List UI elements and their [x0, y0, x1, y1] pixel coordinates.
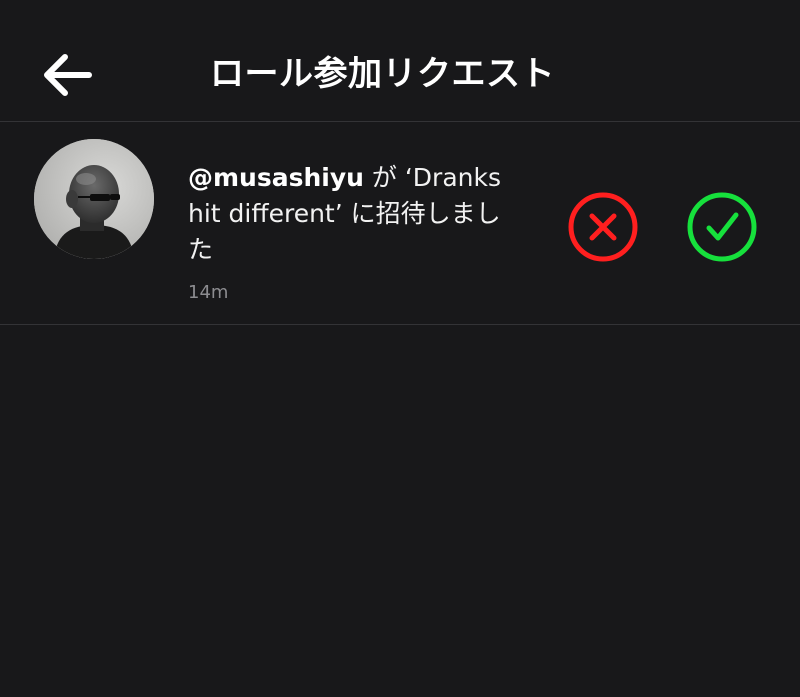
role-request-item: @musashiyu が ‘Dranks hit different’ に招待し… — [0, 122, 800, 325]
arrow-left-icon — [44, 54, 92, 96]
user-avatar[interactable] — [34, 139, 154, 259]
page-title: ロール参加リクエスト — [210, 54, 555, 94]
request-message: @musashiyu が ‘Dranks hit different’ に招待し… — [188, 160, 518, 268]
close-circle-icon — [568, 192, 638, 262]
decline-button[interactable] — [567, 191, 639, 263]
request-username[interactable]: @musashiyu — [188, 163, 364, 192]
check-circle-icon — [687, 192, 757, 262]
header-bar: ロール参加リクエスト — [0, 0, 800, 122]
person-silhouette-icon — [34, 139, 154, 259]
back-button[interactable] — [36, 48, 98, 102]
accept-button[interactable] — [686, 191, 758, 263]
request-timestamp: 14m — [188, 282, 229, 303]
